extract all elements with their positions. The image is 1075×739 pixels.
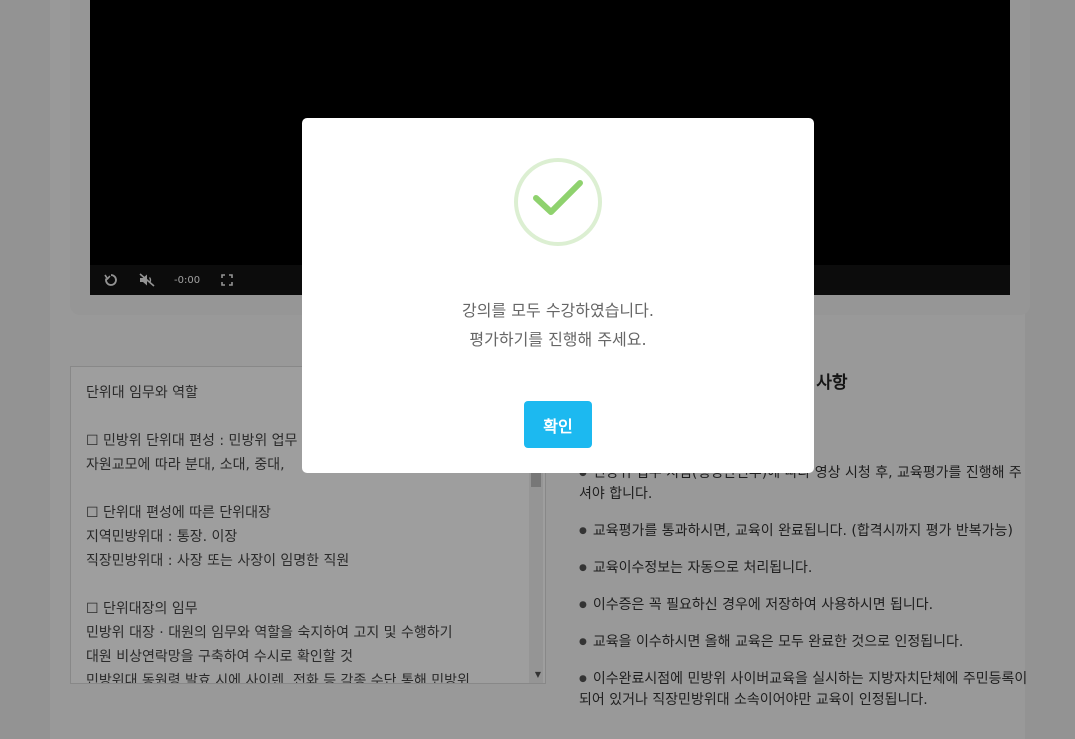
completion-dialog: 강의를 모두 수강하였습니다. 평가하기를 진행해 주세요. 확인 <box>302 118 814 473</box>
dialog-message: 강의를 모두 수강하였습니다. 평가하기를 진행해 주세요. <box>302 296 814 354</box>
dialog-message-line1: 강의를 모두 수강하였습니다. <box>462 301 654 320</box>
confirm-button[interactable]: 확인 <box>524 401 592 448</box>
success-check-icon <box>514 158 602 246</box>
dialog-message-line2: 평가하기를 진행해 주세요. <box>469 330 647 349</box>
